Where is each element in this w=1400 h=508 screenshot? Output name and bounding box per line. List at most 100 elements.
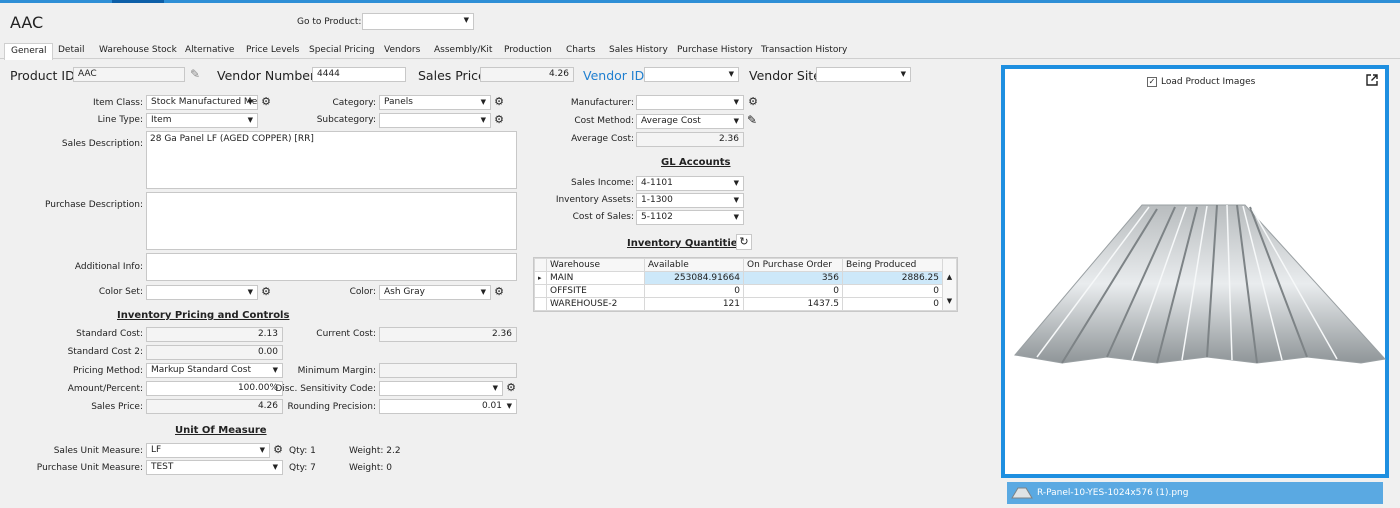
unit-of-measure-heading: Unit Of Measure xyxy=(175,425,267,436)
pricing-sales-price-field[interactable]: 4.26 xyxy=(146,399,283,414)
category-select[interactable]: Panels ▼ xyxy=(379,95,491,110)
table-cell[interactable]: WAREHOUSE-2 xyxy=(546,297,645,311)
item-class-select[interactable]: Stock Manufactured Me ▼ xyxy=(146,95,258,110)
disc-sensitivity-select[interactable]: ▼ xyxy=(379,381,503,396)
purchase-unit-qty: Qty: 7 xyxy=(289,463,316,473)
color-set-select[interactable]: ▼ xyxy=(146,285,258,300)
tab-vendors[interactable]: Vendors xyxy=(384,45,420,55)
tab-assembly-kit[interactable]: Assembly/Kit xyxy=(434,45,492,55)
refresh-icon[interactable]: ↻ xyxy=(736,234,752,250)
standard-cost2-label: Standard Cost 2: xyxy=(67,347,143,357)
chevron-down-icon: ▼ xyxy=(733,213,739,221)
column-header[interactable]: Being Produced xyxy=(842,258,943,272)
tab-price-levels[interactable]: Price Levels xyxy=(246,45,299,55)
tab-special-pricing[interactable]: Special Pricing xyxy=(309,45,375,55)
vendor-number-field[interactable]: 4444 xyxy=(312,67,406,82)
rounding-precision-label: Rounding Precision: xyxy=(287,402,376,412)
table-cell[interactable]: 356 xyxy=(743,271,843,285)
inventory-assets-label: Inventory Assets: xyxy=(555,195,634,205)
table-cell[interactable]: 253084.91664 xyxy=(644,271,744,285)
purchase-description-field[interactable] xyxy=(146,192,517,250)
table-cell[interactable]: OFFSITE xyxy=(546,284,645,298)
cost-method-select[interactable]: Average Cost ▼ xyxy=(636,114,744,129)
gear-icon[interactable]: ⚙ xyxy=(747,96,759,108)
chevron-down-icon: ▼ xyxy=(733,196,739,204)
goto-product-select[interactable]: ▼ xyxy=(362,13,474,30)
manufacturer-select[interactable]: ▼ xyxy=(636,95,744,110)
tab-general[interactable]: General xyxy=(4,43,54,60)
tab-sales-history[interactable]: Sales History xyxy=(609,45,668,55)
sales-unit-select[interactable]: LF ▼ xyxy=(146,443,270,458)
scroll-down-icon[interactable]: ▼ xyxy=(943,297,956,305)
subcategory-select[interactable]: ▼ xyxy=(379,113,491,128)
pricing-method-select[interactable]: Markup Standard Cost ▼ xyxy=(146,363,283,378)
tab-transaction-history[interactable]: Transaction History xyxy=(761,45,847,55)
rounding-precision-select[interactable]: 0.01 ▼ xyxy=(379,399,517,414)
current-cost-field[interactable]: 2.36 xyxy=(379,327,517,342)
table-cell[interactable]: 0 xyxy=(842,284,943,298)
cost-of-sales-select[interactable]: 5-1102 ▼ xyxy=(636,210,744,225)
column-header[interactable]: Available xyxy=(644,258,744,272)
column-header[interactable]: Warehouse xyxy=(546,258,645,272)
sales-income-select[interactable]: 4-1101 ▼ xyxy=(636,176,744,191)
chevron-down-icon: ▼ xyxy=(247,98,253,106)
edit-icon[interactable]: ✎ xyxy=(747,113,757,127)
tab-production[interactable]: Production xyxy=(504,45,552,55)
vendor-id-link[interactable]: Vendor ID: xyxy=(583,68,648,83)
table-cell[interactable]: 0 xyxy=(842,297,943,311)
minimum-margin-field[interactable] xyxy=(379,363,517,378)
product-image-panel: ✓ Load Product Images xyxy=(1001,65,1389,478)
inventory-assets-select[interactable]: 1-1300 ▼ xyxy=(636,193,744,208)
additional-info-field[interactable] xyxy=(146,253,517,281)
tab-purchase-history[interactable]: Purchase History xyxy=(677,45,753,55)
grid-header-row: Warehouse Available On Purchase Order Be… xyxy=(534,258,957,311)
sales-price-field[interactable]: 4.26 xyxy=(480,67,574,82)
tab-alternative[interactable]: Alternative xyxy=(185,45,234,55)
color-select[interactable]: Ash Gray ▼ xyxy=(379,285,491,300)
tab-detail[interactable]: Detail xyxy=(58,45,85,55)
standard-cost2-field[interactable]: 0.00 xyxy=(146,345,283,360)
additional-info-label: Additional Info: xyxy=(74,262,143,272)
standard-cost-field[interactable]: 2.13 xyxy=(146,327,283,342)
line-type-select[interactable]: Item ▼ xyxy=(146,113,258,128)
image-filename: R-Panel-10-YES-1024x576 (1).png xyxy=(1037,488,1189,498)
gear-icon[interactable]: ⚙ xyxy=(493,96,505,108)
table-cell[interactable]: 1437.5 xyxy=(743,297,843,311)
average-cost-field[interactable]: 2.36 xyxy=(636,132,744,147)
gear-icon[interactable]: ⚙ xyxy=(260,286,272,298)
amount-percent-field[interactable]: 100.00% xyxy=(146,381,283,396)
table-cell[interactable]: MAIN xyxy=(546,271,645,285)
column-header[interactable]: On Purchase Order xyxy=(743,258,843,272)
grid-scrollbar[interactable]: ▲ ▼ xyxy=(942,258,957,311)
sales-description-field[interactable]: 28 Ga Panel LF (AGED COPPER) [RR] xyxy=(146,131,517,189)
purchase-unit-select[interactable]: TEST ▼ xyxy=(146,460,283,475)
product-image xyxy=(1014,204,1386,364)
cost-of-sales-label: Cost of Sales: xyxy=(572,212,634,222)
tab-charts[interactable]: Charts xyxy=(566,45,595,55)
chevron-down-icon: ▼ xyxy=(480,116,486,124)
category-label: Category: xyxy=(332,98,377,108)
table-row[interactable]: OFFSITE 0 0 0 xyxy=(534,284,957,298)
gear-icon[interactable]: ⚙ xyxy=(272,444,284,456)
image-caption-bar[interactable]: R-Panel-10-YES-1024x576 (1).png xyxy=(1007,482,1383,504)
gear-icon[interactable]: ⚙ xyxy=(260,96,272,108)
edit-icon[interactable]: ✎ xyxy=(190,67,200,81)
table-cell[interactable]: 0 xyxy=(644,284,744,298)
vendor-site-select[interactable]: ▼ xyxy=(816,67,911,82)
table-cell[interactable]: 2886.25 xyxy=(842,271,943,285)
product-id-field[interactable]: AAC xyxy=(73,67,185,82)
gear-icon[interactable]: ⚙ xyxy=(505,382,517,394)
table-row[interactable]: WAREHOUSE-2 121 1437.5 0 xyxy=(534,297,957,311)
chevron-down-icon: ▼ xyxy=(480,288,486,296)
tab-warehouse-stock[interactable]: Warehouse Stock xyxy=(99,45,177,55)
gear-icon[interactable]: ⚙ xyxy=(493,114,505,126)
open-external-icon[interactable] xyxy=(1365,73,1379,87)
table-row[interactable]: ▸ MAIN 253084.91664 356 2886.25 xyxy=(534,271,957,285)
load-images-checkbox[interactable]: ✓ xyxy=(1147,77,1157,87)
sales-unit-qty: Qty: 1 xyxy=(289,446,316,456)
table-cell[interactable]: 121 xyxy=(644,297,744,311)
gear-icon[interactable]: ⚙ xyxy=(493,286,505,298)
scroll-up-icon[interactable]: ▲ xyxy=(943,273,956,281)
table-cell[interactable]: 0 xyxy=(743,284,843,298)
vendor-id-select[interactable]: ▼ xyxy=(644,67,739,82)
